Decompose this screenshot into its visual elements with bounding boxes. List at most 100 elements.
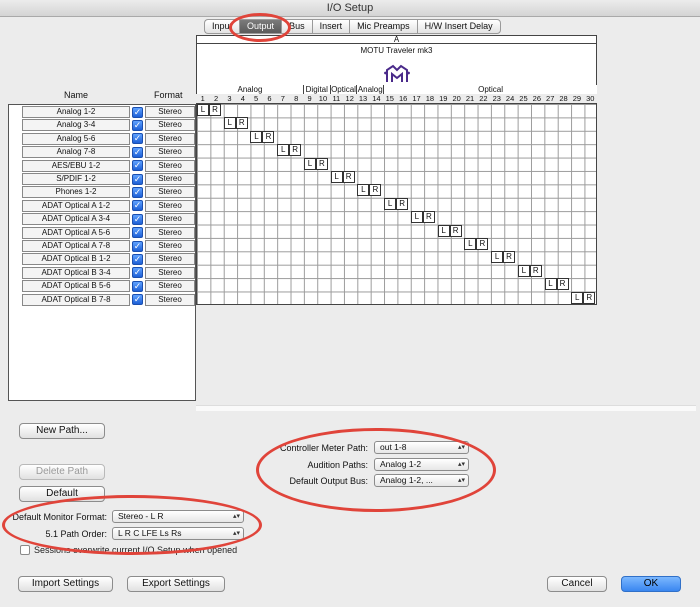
assign-right-cell[interactable]: R <box>209 104 221 116</box>
path-active-checkbox[interactable]: ✓ <box>132 200 143 212</box>
path-row[interactable]: Analog 7-8 ✓ Stereo <box>22 146 195 159</box>
horizontal-scrollbar[interactable] <box>196 405 696 411</box>
assign-left-cell[interactable]: L <box>223 117 236 130</box>
channel-assignment[interactable]: LR <box>464 238 489 250</box>
path-row[interactable]: AES/EBU 1-2 ✓ Stereo <box>22 159 195 172</box>
assign-left-cell[interactable]: L <box>357 184 370 197</box>
path-name[interactable]: ADAT Optical A 5-6 <box>22 226 130 239</box>
assign-right-cell[interactable]: R <box>262 130 275 143</box>
path-name[interactable]: Analog 1-2 <box>22 106 130 118</box>
path-row[interactable]: S/PDIF 1-2 ✓ Stereo <box>22 173 195 185</box>
assign-right-cell[interactable]: R <box>529 264 542 277</box>
assign-right-cell[interactable]: R <box>449 224 462 237</box>
path-name[interactable]: ADAT Optical A 3-4 <box>22 213 130 226</box>
assign-left-cell[interactable]: L <box>384 197 397 210</box>
assign-left-cell[interactable]: L <box>491 251 504 264</box>
path-format[interactable]: Stereo <box>145 253 195 266</box>
path-format[interactable]: Stereo <box>145 132 195 145</box>
path-row[interactable]: Phones 1-2 ✓ Stereo <box>22 186 195 199</box>
path-format[interactable]: Stereo <box>145 186 195 199</box>
channel-assignment[interactable]: LR <box>303 157 328 170</box>
path-format[interactable]: Stereo <box>145 106 195 118</box>
path-active-checkbox[interactable]: ✓ <box>132 253 143 265</box>
path-row[interactable]: ADAT Optical A 5-6 ✓ Stereo <box>22 226 195 239</box>
path-active-checkbox[interactable]: ✓ <box>132 213 143 225</box>
path-active-checkbox[interactable]: ✓ <box>132 280 143 292</box>
path-format[interactable]: Stereo <box>145 266 195 279</box>
assign-right-cell[interactable]: R <box>422 211 435 224</box>
path-format[interactable]: Stereo <box>145 280 195 293</box>
channel-assignment[interactable]: LR <box>491 251 516 264</box>
path-order-popup[interactable]: L R C LFE Ls Rs ▴▾ <box>112 527 244 540</box>
new-path-button[interactable]: New Path... <box>19 423 105 439</box>
path-format[interactable]: Stereo <box>145 293 195 306</box>
path-name[interactable]: ADAT Optical B 3-4 <box>22 266 130 279</box>
assign-right-cell[interactable]: R <box>235 117 248 130</box>
default-button[interactable]: Default <box>19 486 105 502</box>
path-active-checkbox[interactable]: ✓ <box>132 267 143 279</box>
path-format[interactable]: Stereo <box>145 199 195 212</box>
tab-bus[interactable]: Bus <box>281 19 312 34</box>
path-name[interactable]: ADAT Optical B 7-8 <box>22 293 130 306</box>
ok-button[interactable]: OK <box>621 576 681 592</box>
controller-meter-path-popup[interactable]: out 1-8 ▴▾ <box>374 441 469 454</box>
assign-left-cell[interactable]: L <box>544 278 557 291</box>
assign-right-cell[interactable]: R <box>476 238 489 250</box>
default-monitor-format-popup[interactable]: Stereo - L R ▴▾ <box>112 510 244 523</box>
assign-right-cell[interactable]: R <box>503 251 516 264</box>
assign-left-cell[interactable]: L <box>197 104 209 116</box>
assign-left-cell[interactable]: L <box>277 144 290 157</box>
path-row[interactable]: ADAT Optical A 3-4 ✓ Stereo <box>22 213 195 226</box>
path-name[interactable]: Analog 5-6 <box>22 132 130 145</box>
tab-insert[interactable]: Insert <box>311 19 350 34</box>
channel-assignment[interactable]: LR <box>544 278 569 291</box>
assign-left-cell[interactable]: L <box>330 171 343 183</box>
path-name[interactable]: ADAT Optical B 1-2 <box>22 253 130 266</box>
path-active-checkbox[interactable]: ✓ <box>132 294 143 306</box>
path-name[interactable]: ADAT Optical A 1-2 <box>22 199 130 212</box>
channel-assignment[interactable]: LR <box>571 291 596 304</box>
channel-assignment[interactable]: LR <box>197 104 221 116</box>
path-row[interactable]: ADAT Optical A 7-8 ✓ Stereo <box>22 240 195 252</box>
sessions-overwrite-checkbox[interactable] <box>20 545 30 555</box>
path-row[interactable]: ADAT Optical B 7-8 ✓ Stereo <box>22 293 195 306</box>
path-active-checkbox[interactable]: ✓ <box>132 133 143 145</box>
assign-right-cell[interactable]: R <box>315 157 328 170</box>
path-format[interactable]: Stereo <box>145 159 195 172</box>
tab-input[interactable]: Input <box>204 19 240 34</box>
tab-output[interactable]: Output <box>239 19 282 34</box>
assign-left-cell[interactable]: L <box>303 157 316 170</box>
channel-assignment[interactable]: LR <box>250 130 275 143</box>
channel-assignment[interactable]: LR <box>384 197 409 210</box>
channel-assignment[interactable]: LR <box>517 264 542 277</box>
assign-left-cell[interactable]: L <box>437 224 450 237</box>
path-row[interactable]: Analog 1-2 ✓ Stereo <box>22 106 195 118</box>
path-row[interactable]: ADAT Optical B 1-2 ✓ Stereo <box>22 253 195 266</box>
path-row[interactable]: Analog 5-6 ✓ Stereo <box>22 132 195 145</box>
assign-left-cell[interactable]: L <box>250 130 263 143</box>
channel-assignment[interactable]: LR <box>410 211 435 224</box>
path-row[interactable]: Analog 3-4 ✓ Stereo <box>22 119 195 132</box>
path-format[interactable]: Stereo <box>145 240 195 252</box>
path-active-checkbox[interactable]: ✓ <box>132 227 143 239</box>
path-name[interactable]: ADAT Optical A 7-8 <box>22 240 130 252</box>
delete-path-button[interactable]: Delete Path <box>19 464 105 480</box>
path-name[interactable]: AES/EBU 1-2 <box>22 159 130 172</box>
assign-left-cell[interactable]: L <box>464 238 477 250</box>
assign-right-cell[interactable]: R <box>289 144 302 157</box>
channel-assignment[interactable]: LR <box>437 224 462 237</box>
audition-paths-popup[interactable]: Analog 1-2 ▴▾ <box>374 458 469 471</box>
channel-assignment[interactable]: LR <box>277 144 302 157</box>
path-name[interactable]: Phones 1-2 <box>22 186 130 199</box>
tab-h-w-insert-delay[interactable]: H/W Insert Delay <box>416 19 501 34</box>
assign-right-cell[interactable]: R <box>583 291 596 304</box>
path-format[interactable]: Stereo <box>145 226 195 239</box>
path-active-checkbox[interactable]: ✓ <box>132 240 143 252</box>
assign-left-cell[interactable]: L <box>517 264 530 277</box>
path-active-checkbox[interactable]: ✓ <box>132 173 143 185</box>
assign-right-cell[interactable]: R <box>396 197 409 210</box>
path-active-checkbox[interactable]: ✓ <box>132 106 143 118</box>
channel-assignment[interactable]: LR <box>330 171 355 183</box>
path-active-checkbox[interactable]: ✓ <box>132 186 143 198</box>
assign-right-cell[interactable]: R <box>556 278 569 291</box>
